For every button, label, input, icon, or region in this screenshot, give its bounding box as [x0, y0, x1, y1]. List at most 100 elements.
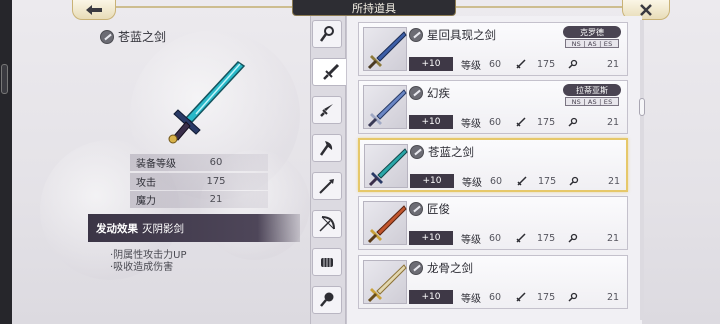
scrollbar-thumb[interactable]	[639, 98, 645, 116]
refine-level: +10	[409, 115, 453, 129]
sword-thumbnail-icon	[367, 31, 407, 70]
weapon-thumbnail	[363, 85, 407, 129]
item-name-row: 匠俊	[409, 201, 450, 217]
level-value: 60	[489, 116, 502, 128]
stat-label: 装备等级	[136, 159, 176, 170]
item-name: 龙骨之剑	[427, 261, 473, 275]
item-name: 苍蓝之剑	[428, 145, 474, 159]
item-stats: +10 等级 60 175 21	[409, 290, 620, 305]
page-title: 所持道具	[292, 0, 456, 16]
weapon-list-item[interactable]: 星回具现之剑 克罗德 NS | AS | ES +10 等级 60 175 21	[358, 22, 628, 76]
game-screen: 所持道具 苍蓝之剑 装备等级 60 攻击 175 魔力 21 发动效果 灭阴影剑…	[0, 0, 720, 324]
device-notch	[1, 64, 8, 94]
tab-sword[interactable]	[312, 58, 348, 86]
weapon-thumbnail	[363, 201, 407, 245]
level-label: 等级	[461, 293, 481, 305]
activation-effect-bar: 发动效果 灭阴影剑	[88, 214, 300, 242]
sword-type-icon	[100, 29, 114, 44]
magic-icon	[567, 291, 579, 303]
stat-value: 175	[206, 176, 226, 187]
weapon-list-item[interactable]: 龙骨之剑 +10 等级 60 175 21	[358, 255, 628, 309]
magic-icon	[567, 232, 579, 244]
close-x-icon	[640, 3, 652, 16]
effect-name: 灭阴影剑	[142, 222, 184, 235]
magic-value: 21	[607, 291, 620, 303]
tab-staff[interactable]	[312, 20, 342, 48]
level-label: 等级	[461, 234, 481, 246]
staff-icon	[319, 26, 334, 42]
effect-line: ·阴属性攻击力UP	[110, 250, 187, 261]
attack-icon	[515, 116, 527, 128]
item-name-row: 龙骨之剑	[409, 260, 473, 276]
effect-line: ·吸收造成伤害	[110, 262, 174, 273]
story-tags: NS | AS | ES	[565, 39, 619, 48]
stat-label: 魔力	[136, 196, 156, 207]
axe-icon	[319, 141, 333, 156]
stat-row-attack: 攻击 175	[130, 173, 268, 190]
stat-value: 21	[209, 194, 223, 205]
level-value: 60	[490, 175, 503, 187]
bow-icon	[319, 216, 335, 232]
magic-icon	[567, 116, 579, 128]
sword-type-icon	[410, 145, 424, 159]
weapon-thumbnail	[364, 144, 408, 188]
magic-icon	[568, 175, 580, 187]
refine-level: +10	[410, 174, 454, 188]
header-line-right	[456, 6, 622, 8]
attack-icon	[516, 175, 528, 187]
stat-row-equip-level: 装备等级 60	[130, 154, 268, 171]
sword-thumbnail-icon	[367, 264, 407, 303]
item-name: 幻疾	[427, 86, 450, 100]
weapon-list-item[interactable]: 幻疾 拉蒂亚斯 NS | AS | ES +10 等级 60 175 21	[358, 80, 628, 134]
back-button[interactable]	[72, 0, 116, 20]
stat-label: 攻击	[136, 178, 156, 189]
item-stats: +10 等级 60 175 21	[410, 174, 620, 189]
attack-icon	[515, 232, 527, 244]
item-name-row: 星回具现之剑	[409, 27, 496, 43]
level-label: 等级	[462, 177, 482, 189]
attack-value: 175	[538, 175, 557, 187]
level-value: 60	[489, 58, 502, 70]
tab-bow[interactable]	[312, 210, 342, 238]
device-edge	[0, 0, 12, 324]
sword-icon	[322, 63, 339, 80]
effect-description: ·阴属性攻击力UP ·吸收造成伤害	[110, 250, 187, 274]
tab-dagger[interactable]	[312, 96, 342, 124]
tab-axe[interactable]	[312, 134, 342, 162]
item-stats: +10 等级 60 175 21	[409, 231, 620, 246]
item-name: 匠俊	[427, 202, 450, 216]
detail-name-row: 苍蓝之剑	[100, 28, 166, 45]
magic-value: 21	[607, 116, 620, 128]
sword-thumbnail-icon	[367, 205, 407, 244]
character-badge: 拉蒂亚斯	[563, 84, 621, 96]
story-tags: NS | AS | ES	[565, 97, 619, 106]
attack-value: 175	[537, 58, 556, 70]
stat-value: 60	[209, 157, 223, 168]
attack-value: 175	[537, 291, 556, 303]
attack-value: 175	[537, 232, 556, 244]
refine-level: +10	[409, 290, 453, 304]
header-line-left	[116, 6, 292, 8]
tab-mace[interactable]	[312, 286, 342, 314]
refine-level: +10	[409, 57, 453, 71]
list-scrollbar[interactable]	[640, 20, 644, 320]
item-stats: +10 等级 60 175 21	[409, 57, 620, 72]
item-stats: +10 等级 60 175 21	[409, 115, 620, 130]
item-name: 星回具现之剑	[427, 28, 496, 42]
tab-fist[interactable]	[312, 248, 342, 276]
stat-row-magic: 魔力 21	[130, 191, 268, 208]
detail-item-name: 苍蓝之剑	[118, 30, 167, 44]
tab-spear[interactable]	[312, 172, 342, 200]
magic-value: 21	[607, 232, 620, 244]
refine-level: +10	[409, 231, 453, 245]
character-badge: 克罗德	[563, 26, 621, 38]
weapon-thumbnail	[363, 27, 407, 71]
weapon-list-item[interactable]: 匠俊 +10 等级 60 175 21	[358, 196, 628, 250]
level-label: 等级	[461, 118, 481, 130]
sword-type-icon	[409, 86, 423, 100]
item-name-row: 幻疾	[409, 85, 450, 101]
level-label: 等级	[461, 60, 481, 72]
magic-value: 21	[607, 58, 620, 70]
sword-thumbnail-icon	[367, 89, 407, 128]
weapon-list-item-selected[interactable]: 苍蓝之剑 +10 等级 60 175 21	[358, 138, 628, 192]
